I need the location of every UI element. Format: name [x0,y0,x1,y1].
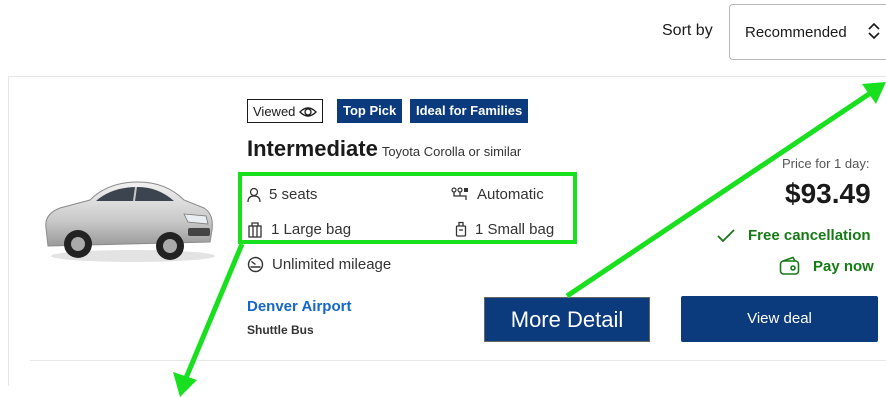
wallet-icon [779,256,800,275]
top-pick-badge: Top Pick [337,99,403,123]
viewed-badge-label: Viewed [253,104,296,119]
car-category: Intermediate [247,136,378,161]
sort-label: Sort by [662,22,713,39]
car-model: Toyota Corolla or similar [381,144,522,159]
card-divider [30,360,886,361]
price-label: Price for 1 day: [782,156,870,171]
pay-now: Pay now [779,256,874,276]
eye-icon [299,107,318,117]
price-amount: $93.49 [785,178,871,209]
annotation-highlight-box [238,172,577,244]
free-cancellation-label: Free cancellation [748,227,871,244]
feature-mileage: Unlimited mileage [247,256,391,273]
sort-selected-value: Recommended [745,24,847,41]
speedometer-icon [247,256,264,273]
families-badge: Ideal for Families [410,99,529,123]
car-image [45,181,215,262]
mileage-label: Unlimited mileage [272,256,392,273]
pay-now-label: Pay now [813,257,874,275]
sort-select[interactable]: Recommended [729,4,886,60]
chevron-updown-icon [868,22,880,40]
free-cancellation: Free cancellation [716,227,871,244]
car-title: Intermediate Toyota Corolla or similar [247,136,521,162]
pickup-location-link[interactable]: Denver Airport [247,298,351,315]
view-deal-button[interactable]: View deal [681,296,878,342]
pickup-type: Shuttle Bus [247,323,314,337]
check-icon [717,228,735,242]
viewed-badge: Viewed [247,99,324,123]
more-detail-button[interactable]: More Detail [484,297,650,342]
